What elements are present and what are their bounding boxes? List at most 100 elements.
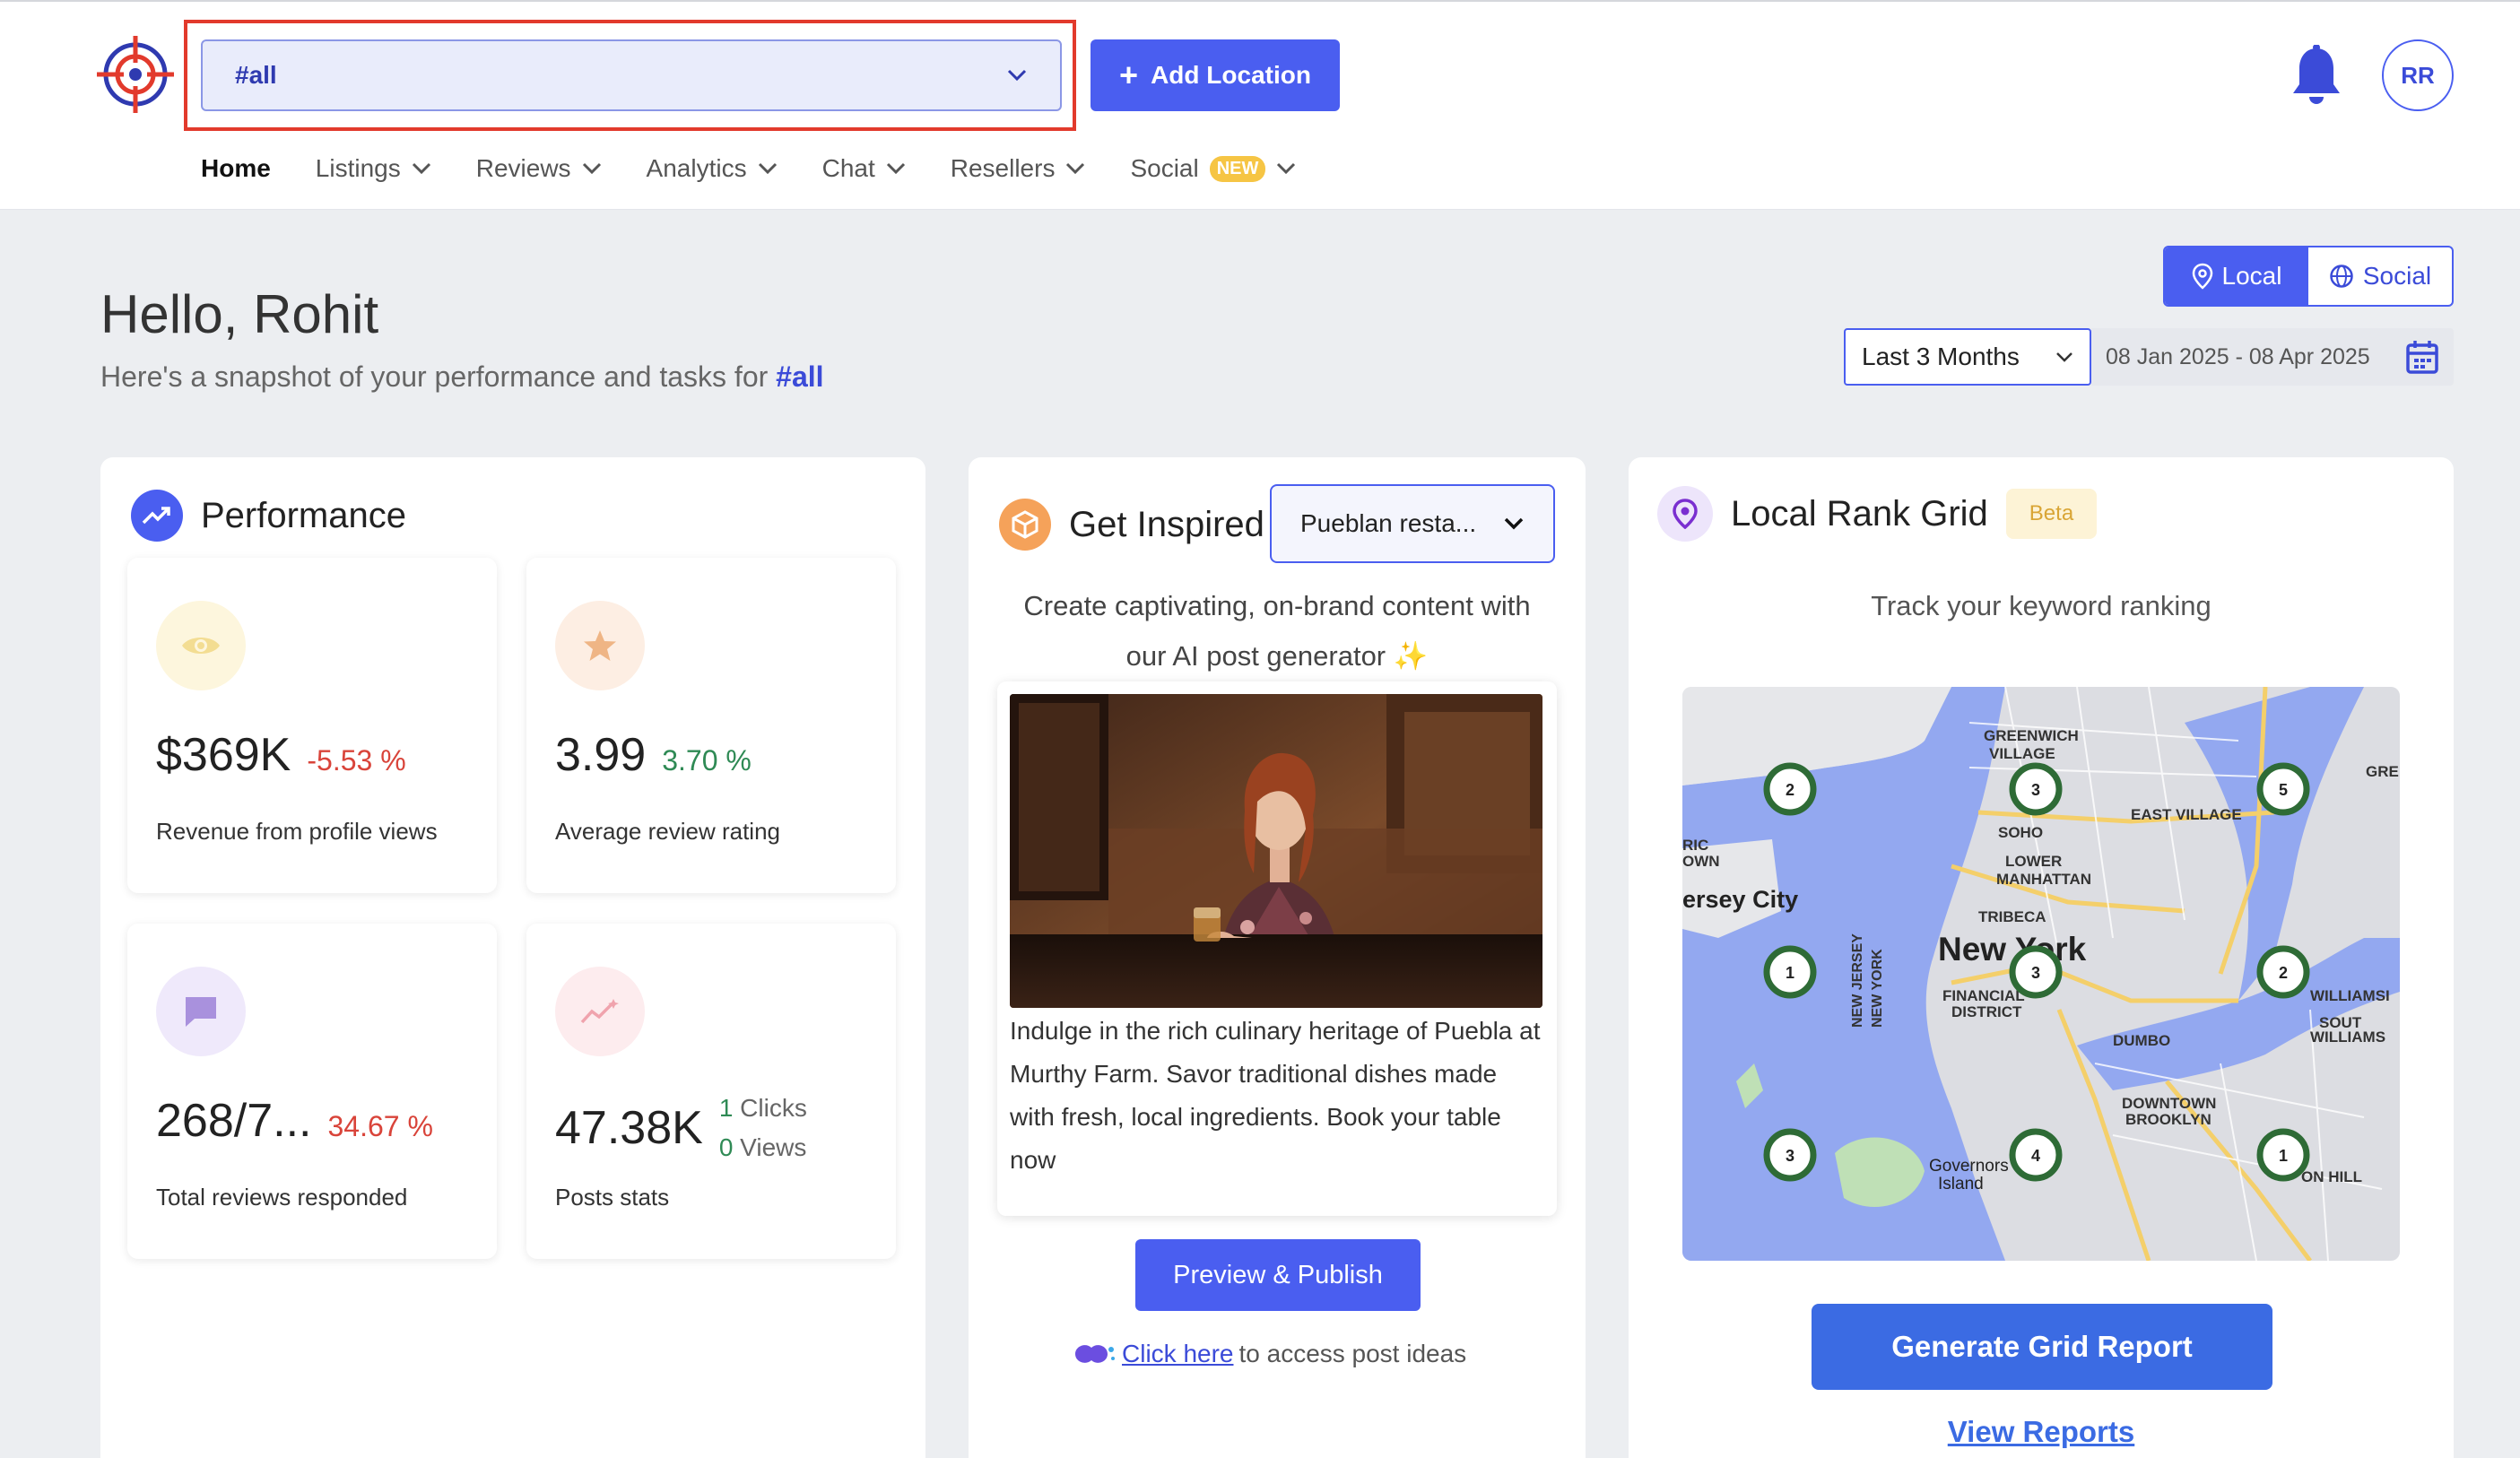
svg-text:1: 1 [1786,964,1794,982]
post-caption: Indulge in the rich culinary heritage of… [1010,1017,1541,1174]
stat-value: 3.99 [555,729,647,781]
rank-pin[interactable]: 2 [1763,762,1817,816]
greeting-title: Hello, Rohit [100,284,379,344]
calendar-icon[interactable] [2405,339,2439,375]
toggle-social[interactable]: Social [2308,247,2452,305]
performance-title: Performance [201,495,406,535]
stat-revenue[interactable]: $369K -5.53 % Revenue from profile views [127,558,497,893]
get-inspired-header: Get Inspired [999,499,1264,551]
business-select[interactable]: Pueblan resta... [1270,484,1555,563]
chevron-down-icon [886,162,905,175]
ai-assistant-icon [1075,1345,1115,1363]
map-label: EAST VILLAGE [2131,806,2242,823]
user-avatar[interactable]: RR [2382,39,2454,111]
clicks-label: Clicks [740,1094,807,1122]
location-selector-value: #all [235,61,277,89]
nav-reviews[interactable]: Reviews [476,154,602,183]
new-badge: NEW [1209,155,1266,182]
map-label: Governors [1929,1157,2009,1176]
rank-pin[interactable]: 2 [2256,945,2310,999]
view-reports-link[interactable]: View Reports [1629,1415,2454,1449]
get-inspired-card: Get Inspired Pueblan resta... Create cap… [969,457,1586,1458]
local-rank-grid-title: Local Rank Grid [1731,493,1988,534]
map-label: WILLIAMS [2310,1028,2385,1046]
stat-label: Posts stats [555,1184,670,1211]
performance-card: Performance $369K -5.53 % Revenue from pr… [100,457,925,1458]
stat-rating[interactable]: 3.99 3.70 % Average review rating [526,558,896,893]
map-label: DOWNTOWN [2122,1095,2216,1112]
rank-grid-map[interactable]: GREENWICH VILLAGE SOHO EAST VILLAGE LOWE… [1682,687,2400,1261]
local-rank-grid-card: Local Rank Grid Beta Track your keyword … [1629,457,2454,1458]
sparkles-icon: ✨ [1393,640,1429,672]
map-label: MANHATTAN [1996,871,2091,888]
toggle-local[interactable]: Local [2165,247,2308,305]
chevron-down-icon [2056,352,2072,362]
rank-pin[interactable]: 5 [2256,762,2310,816]
svg-text:3: 3 [1786,1147,1794,1165]
chevron-down-icon [758,162,777,175]
ai-post-preview: Indulge in the rich culinary heritage of… [997,681,1557,1216]
svg-text:3: 3 [2031,964,2040,982]
sparkline-icon [555,967,645,1056]
nav-social[interactable]: Social NEW [1130,154,1296,183]
map-label: GREENWICH [1984,727,2079,744]
map-label: OWN [1682,853,1720,870]
app-logo-icon[interactable] [97,36,174,113]
map-label: BROOKLYN [2125,1111,2212,1128]
top-header: #all + Add Location RR Home Listings Rev… [0,0,2520,210]
local-rank-grid-header: Local Rank Grid Beta [1657,486,2098,542]
map-label: TRIBECA [1978,908,2046,925]
nav-listings[interactable]: Listings [316,154,431,183]
date-range-select[interactable]: Last 3 Months [1844,328,2091,386]
stat-value: 47.38K [555,1102,703,1154]
add-location-button[interactable]: + Add Location [1091,39,1340,111]
location-selector[interactable]: #all [201,39,1062,111]
nav-resellers[interactable]: Resellers [951,154,1086,183]
chevron-down-icon [1066,162,1085,175]
stat-posts[interactable]: 47.38K 1 Clicks 0 Views Posts stats [526,924,896,1259]
map-label: WILLIAMSI [2310,987,2390,1004]
get-inspired-description: Create captivating, on-brand content wit… [1023,590,1531,672]
map-label: DISTRICT [1951,1003,2022,1020]
map-label: DUMBO [2113,1032,2170,1049]
map-label: SOHO [1998,824,2043,841]
stat-change: 34.67 % [327,1110,433,1142]
post-ideas-link-row: Click here to access post ideas [1072,1340,1466,1368]
nav-home[interactable]: Home [201,154,271,183]
star-icon [555,601,645,690]
generate-grid-report-button[interactable]: Generate Grid Report [1812,1304,2272,1390]
rank-pin[interactable]: 3 [1763,1128,1817,1182]
rank-pin[interactable]: 3 [2009,762,2063,816]
stat-reviews-responded[interactable]: 268/7... 34.67 % Total reviews responded [127,924,497,1259]
globe-icon [2330,265,2353,288]
map-pin-icon [1657,486,1713,542]
chevron-down-icon [1277,162,1296,175]
rank-pin[interactable]: 1 [1763,945,1817,999]
date-range-display[interactable]: 08 Jan 2025 - 08 Apr 2025 [2091,328,2454,386]
performance-header: Performance [131,490,406,542]
stat-label: Total reviews responded [156,1184,408,1211]
post-ideas-link[interactable]: Click here [1122,1340,1233,1368]
rank-pin[interactable]: 1 [2256,1128,2310,1182]
rank-pin[interactable]: 3 [2009,945,2063,999]
rank-pin[interactable]: 4 [2009,1128,2063,1182]
nav-analytics[interactable]: Analytics [647,154,778,183]
stat-label: Average review rating [555,818,780,845]
nav-chat[interactable]: Chat [822,154,906,183]
map-label: ersey City [1682,886,1798,913]
greeting-location-tag[interactable]: #all [776,360,823,393]
notification-bell-icon[interactable] [2289,45,2344,108]
map-label: NEW YORK [1870,949,1885,1028]
map-label: FINANCIAL [1942,987,2025,1004]
preview-publish-button[interactable]: Preview & Publish [1135,1239,1421,1311]
beta-badge: Beta [2005,489,2098,539]
local-social-toggle: Local Social [2163,246,2454,307]
stat-label: Revenue from profile views [156,818,438,845]
svg-text:3: 3 [2031,781,2040,799]
get-inspired-title: Get Inspired [1069,504,1264,544]
greeting-subtitle: Here's a snapshot of your performance an… [100,360,824,393]
stat-change: 3.70 % [662,744,752,777]
views-label: Views [740,1133,807,1161]
main-nav: Home Listings Reviews Analytics Chat Res… [201,151,1341,187]
stat-value: 268/7... [156,1095,312,1147]
